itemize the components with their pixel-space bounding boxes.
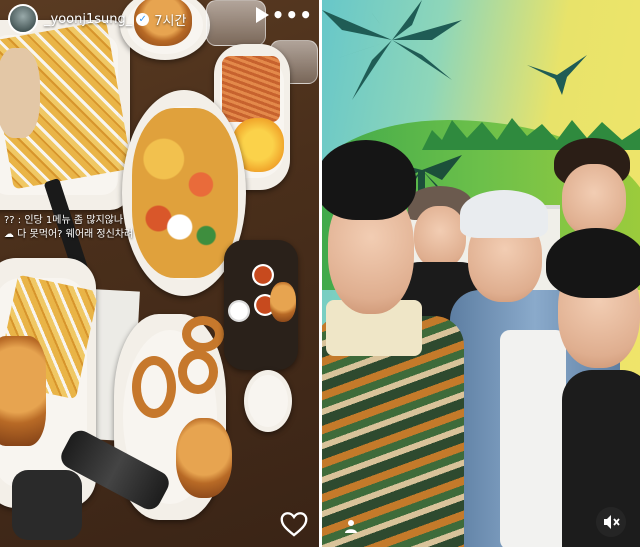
group-photo-panel — [322, 0, 640, 547]
person-icon[interactable] — [344, 519, 358, 533]
onion-ring — [178, 350, 218, 394]
hair — [546, 228, 640, 298]
speaker-muted-icon — [604, 515, 620, 529]
caption-line-2: ☁ 다 못먹어? 웨어래 정신차려 — [4, 229, 134, 240]
username[interactable]: _yoonj1sung_ — [44, 12, 132, 27]
small-plate — [244, 370, 292, 432]
white-cap — [460, 190, 548, 238]
sandwich — [176, 418, 232, 498]
onion-ring — [182, 316, 224, 352]
biscuit — [0, 48, 40, 138]
story-caption: ?? : 인당 1메뉴 좀 많지않나 ☁ 다 못먹어? 웨어래 정신차려 — [4, 214, 133, 242]
palm-leaves-mural — [322, 0, 462, 100]
handbag — [12, 470, 82, 540]
mute-button[interactable] — [596, 507, 626, 537]
hashbrown — [222, 56, 280, 122]
biscuit-small — [270, 282, 296, 322]
white-tshirt — [500, 330, 566, 547]
caption-line-1: ?? : 인당 1메뉴 좀 많지않나 — [4, 215, 124, 226]
pterodactyl-mural — [527, 55, 587, 95]
burger-left — [0, 336, 46, 446]
face — [562, 164, 626, 236]
sauce-cup — [252, 264, 274, 286]
face — [414, 206, 466, 268]
profile-avatar[interactable] — [8, 4, 38, 34]
panel-divider — [319, 0, 322, 547]
loaded-nachos — [132, 108, 238, 278]
hair — [322, 140, 416, 220]
play-icon[interactable] — [256, 7, 269, 23]
sauce-cup — [228, 300, 250, 322]
food-story-panel: _yoonj1sung_ ✓ 7시간 ••• ?? : 인당 1메뉴 좀 많지않… — [0, 0, 319, 547]
heart-outline-icon[interactable] — [280, 511, 308, 537]
onion-ring — [132, 356, 176, 418]
verified-badge-icon: ✓ — [136, 12, 150, 26]
post-timestamp: 7시간 — [154, 13, 187, 29]
more-options-icon[interactable]: ••• — [272, 5, 313, 25]
